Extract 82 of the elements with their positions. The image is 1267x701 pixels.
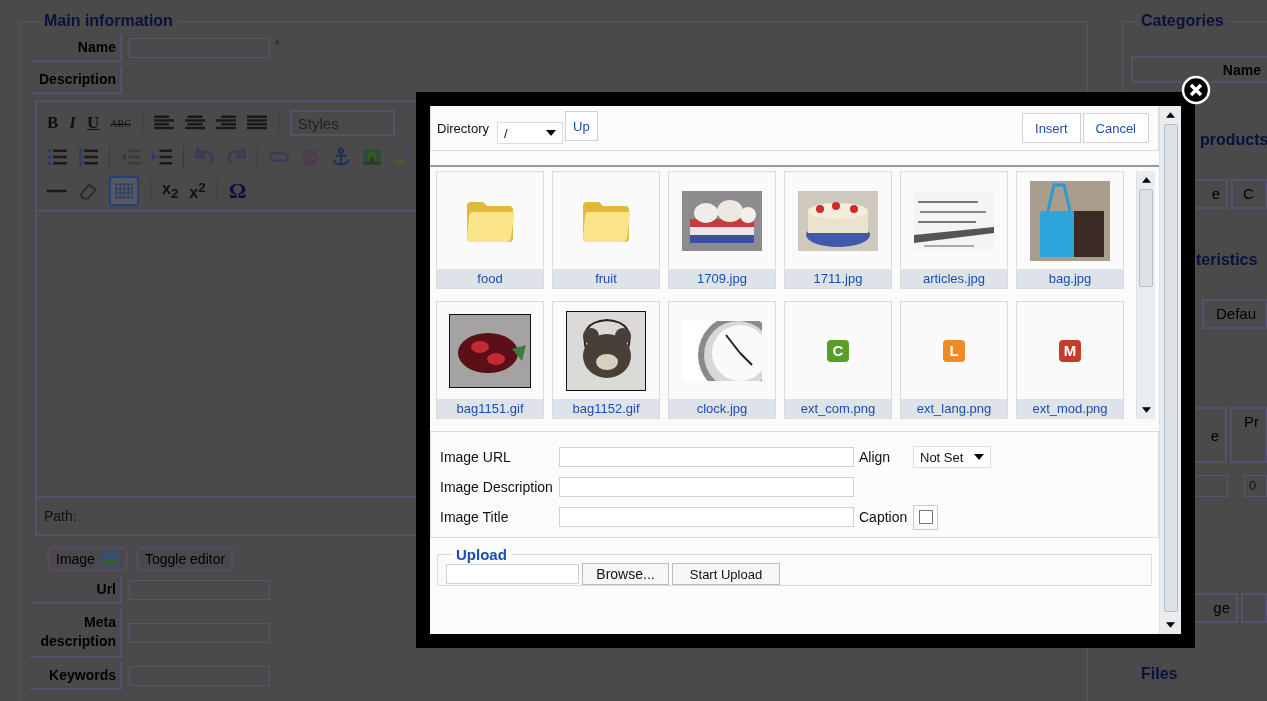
field-label: Image Description bbox=[440, 479, 554, 495]
column-header: Pr bbox=[1230, 407, 1267, 463]
cancel-button[interactable]: Cancel bbox=[1082, 113, 1149, 143]
column-header: Defau bbox=[1202, 299, 1267, 329]
directory-label: Directory bbox=[437, 120, 489, 136]
name-label: Name bbox=[30, 34, 122, 62]
meta-description-label: Meta description bbox=[30, 608, 122, 658]
caret-icon bbox=[974, 454, 984, 460]
file-name: articles.jpg bbox=[901, 269, 1007, 288]
section-legend: Categories bbox=[1137, 12, 1228, 30]
section-legend: teristics bbox=[1192, 251, 1262, 268]
image-icon[interactable] bbox=[362, 147, 382, 167]
file-name: bag.jpg bbox=[1017, 269, 1123, 288]
file-thumbnail[interactable]: L ext_lang.png bbox=[900, 301, 1008, 419]
scrollbar-thumb[interactable] bbox=[1163, 124, 1178, 612]
file-thumbnail[interactable]: C ext_com.png bbox=[784, 301, 892, 419]
file-type-badge: L bbox=[943, 339, 965, 362]
file-field[interactable] bbox=[446, 564, 579, 584]
close-button[interactable] bbox=[1181, 75, 1211, 105]
file-thumbnail[interactable]: food bbox=[436, 171, 544, 289]
url-label: Url bbox=[30, 576, 122, 604]
keywords-field[interactable] bbox=[129, 666, 270, 686]
numbered-list-icon[interactable] bbox=[78, 147, 98, 167]
file-thumbnail[interactable]: bag.jpg bbox=[1016, 171, 1124, 289]
column-header: C bbox=[1231, 179, 1267, 209]
file-thumbnail[interactable]: clock.jpg bbox=[668, 301, 776, 419]
caret-icon bbox=[546, 130, 556, 136]
field-label: Image Title bbox=[440, 509, 510, 525]
description-label: Description bbox=[30, 66, 122, 94]
file-thumbnail[interactable]: 1711.jpg bbox=[784, 171, 892, 289]
field-label: Image URL bbox=[440, 449, 512, 465]
scroll-down-icon[interactable] bbox=[1166, 622, 1175, 628]
insert-button[interactable]: Insert bbox=[1022, 113, 1081, 143]
up-button[interactable]: Up bbox=[565, 111, 598, 141]
file-name: clock.jpg bbox=[669, 399, 775, 418]
section-legend: Files bbox=[1137, 665, 1182, 682]
file-name: bag1152.gif bbox=[553, 399, 659, 418]
section-legend: products bbox=[1196, 131, 1267, 148]
file-type-badge: C bbox=[827, 339, 849, 362]
browse-button[interactable]: Browse... bbox=[582, 563, 669, 585]
scroll-up-icon[interactable] bbox=[1141, 177, 1151, 183]
path-label: Path: bbox=[44, 508, 77, 524]
image-icon bbox=[100, 551, 119, 567]
eraser-icon[interactable] bbox=[78, 181, 98, 201]
table-button[interactable] bbox=[109, 176, 139, 206]
file-name: 1709.jpg bbox=[669, 269, 775, 288]
indent-icon[interactable] bbox=[152, 147, 172, 167]
upload-legend: Upload bbox=[452, 546, 511, 563]
section-legend: Main information bbox=[40, 12, 177, 30]
table-icon bbox=[114, 181, 134, 201]
required-mark: * bbox=[275, 38, 280, 52]
file-name: bag1151.gif bbox=[437, 399, 543, 418]
file-type-badge: M bbox=[1059, 339, 1081, 362]
name-field[interactable] bbox=[129, 38, 270, 58]
table-cell bbox=[1241, 593, 1267, 623]
scroll-up-icon[interactable] bbox=[1166, 112, 1175, 118]
caption-label: Caption bbox=[859, 509, 909, 525]
file-thumbnail[interactable]: articles.jpg bbox=[900, 171, 1008, 289]
brush-icon[interactable] bbox=[393, 147, 413, 167]
file-name: ext_mod.png bbox=[1017, 399, 1123, 418]
bullet-list-icon[interactable] bbox=[47, 147, 67, 167]
file-name: fruit bbox=[553, 269, 659, 288]
scroll-down-icon[interactable] bbox=[1141, 407, 1151, 413]
url-field[interactable] bbox=[129, 580, 270, 600]
file-name: 1711.jpg bbox=[785, 269, 891, 288]
caption-checkbox[interactable] bbox=[918, 510, 933, 524]
keywords-label: Keywords bbox=[30, 662, 122, 690]
file-name: food bbox=[437, 269, 543, 288]
start-upload-button[interactable]: Start Upload bbox=[672, 563, 780, 585]
file-name: ext_com.png bbox=[785, 399, 891, 418]
file-thumbnail[interactable]: bag1151.gif bbox=[436, 301, 544, 419]
align-label: Align bbox=[859, 449, 892, 465]
file-thumbnail[interactable]: bag1152.gif bbox=[552, 301, 660, 419]
align-dropdown[interactable]: Not Set bbox=[913, 446, 991, 468]
anchor-icon[interactable] bbox=[331, 147, 351, 167]
file-thumbnail[interactable]: 1709.jpg bbox=[668, 171, 776, 289]
file-thumbnail[interactable]: fruit bbox=[552, 171, 660, 289]
file-thumbnail[interactable]: M ext_mod.png bbox=[1016, 301, 1124, 419]
scrollbar-thumb[interactable] bbox=[1139, 189, 1153, 287]
directory-dropdown[interactable]: / bbox=[497, 122, 563, 144]
file-name: ext_lang.png bbox=[901, 399, 1007, 418]
meta-description-field[interactable] bbox=[129, 623, 270, 643]
